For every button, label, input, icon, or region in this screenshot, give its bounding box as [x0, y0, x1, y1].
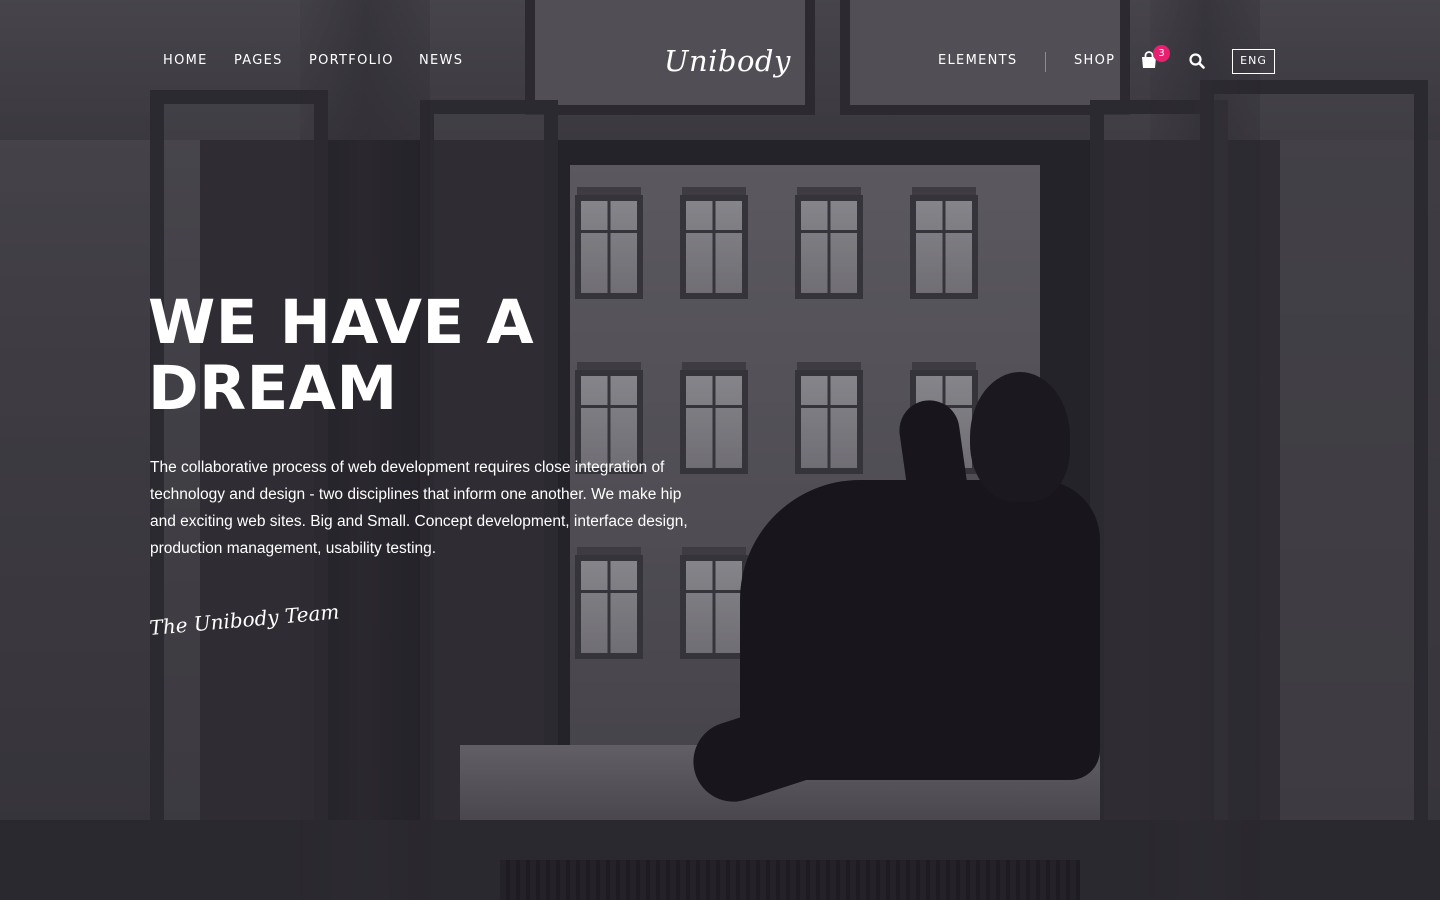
site-header: HOME PAGES PORTFOLIO NEWS Unibody ELEMEN…	[0, 0, 1440, 122]
hero-title: WE HAVE A DREAM	[148, 287, 535, 424]
nav-elements[interactable]: ELEMENTS	[938, 53, 1017, 69]
site-logo[interactable]: Unibody	[664, 38, 790, 96]
nav-divider	[1045, 52, 1046, 72]
hero-description: The collaborative process of web develop…	[150, 459, 688, 557]
nav-portfolio[interactable]: PORTFOLIO	[309, 53, 394, 69]
nav-shop[interactable]: SHOP	[1074, 53, 1115, 69]
nav-pages[interactable]: PAGES	[234, 53, 283, 69]
nav-home[interactable]: HOME	[163, 53, 208, 69]
cart-count-badge: 3	[1153, 45, 1170, 62]
search-icon[interactable]	[1189, 53, 1207, 71]
hero-section: HOME PAGES PORTFOLIO NEWS Unibody ELEMEN…	[0, 0, 1440, 900]
hero-background-image	[0, 0, 1440, 900]
language-switcher[interactable]: ENG	[1232, 49, 1275, 74]
nav-news[interactable]: NEWS	[419, 53, 463, 69]
dark-overlay	[0, 0, 1440, 900]
